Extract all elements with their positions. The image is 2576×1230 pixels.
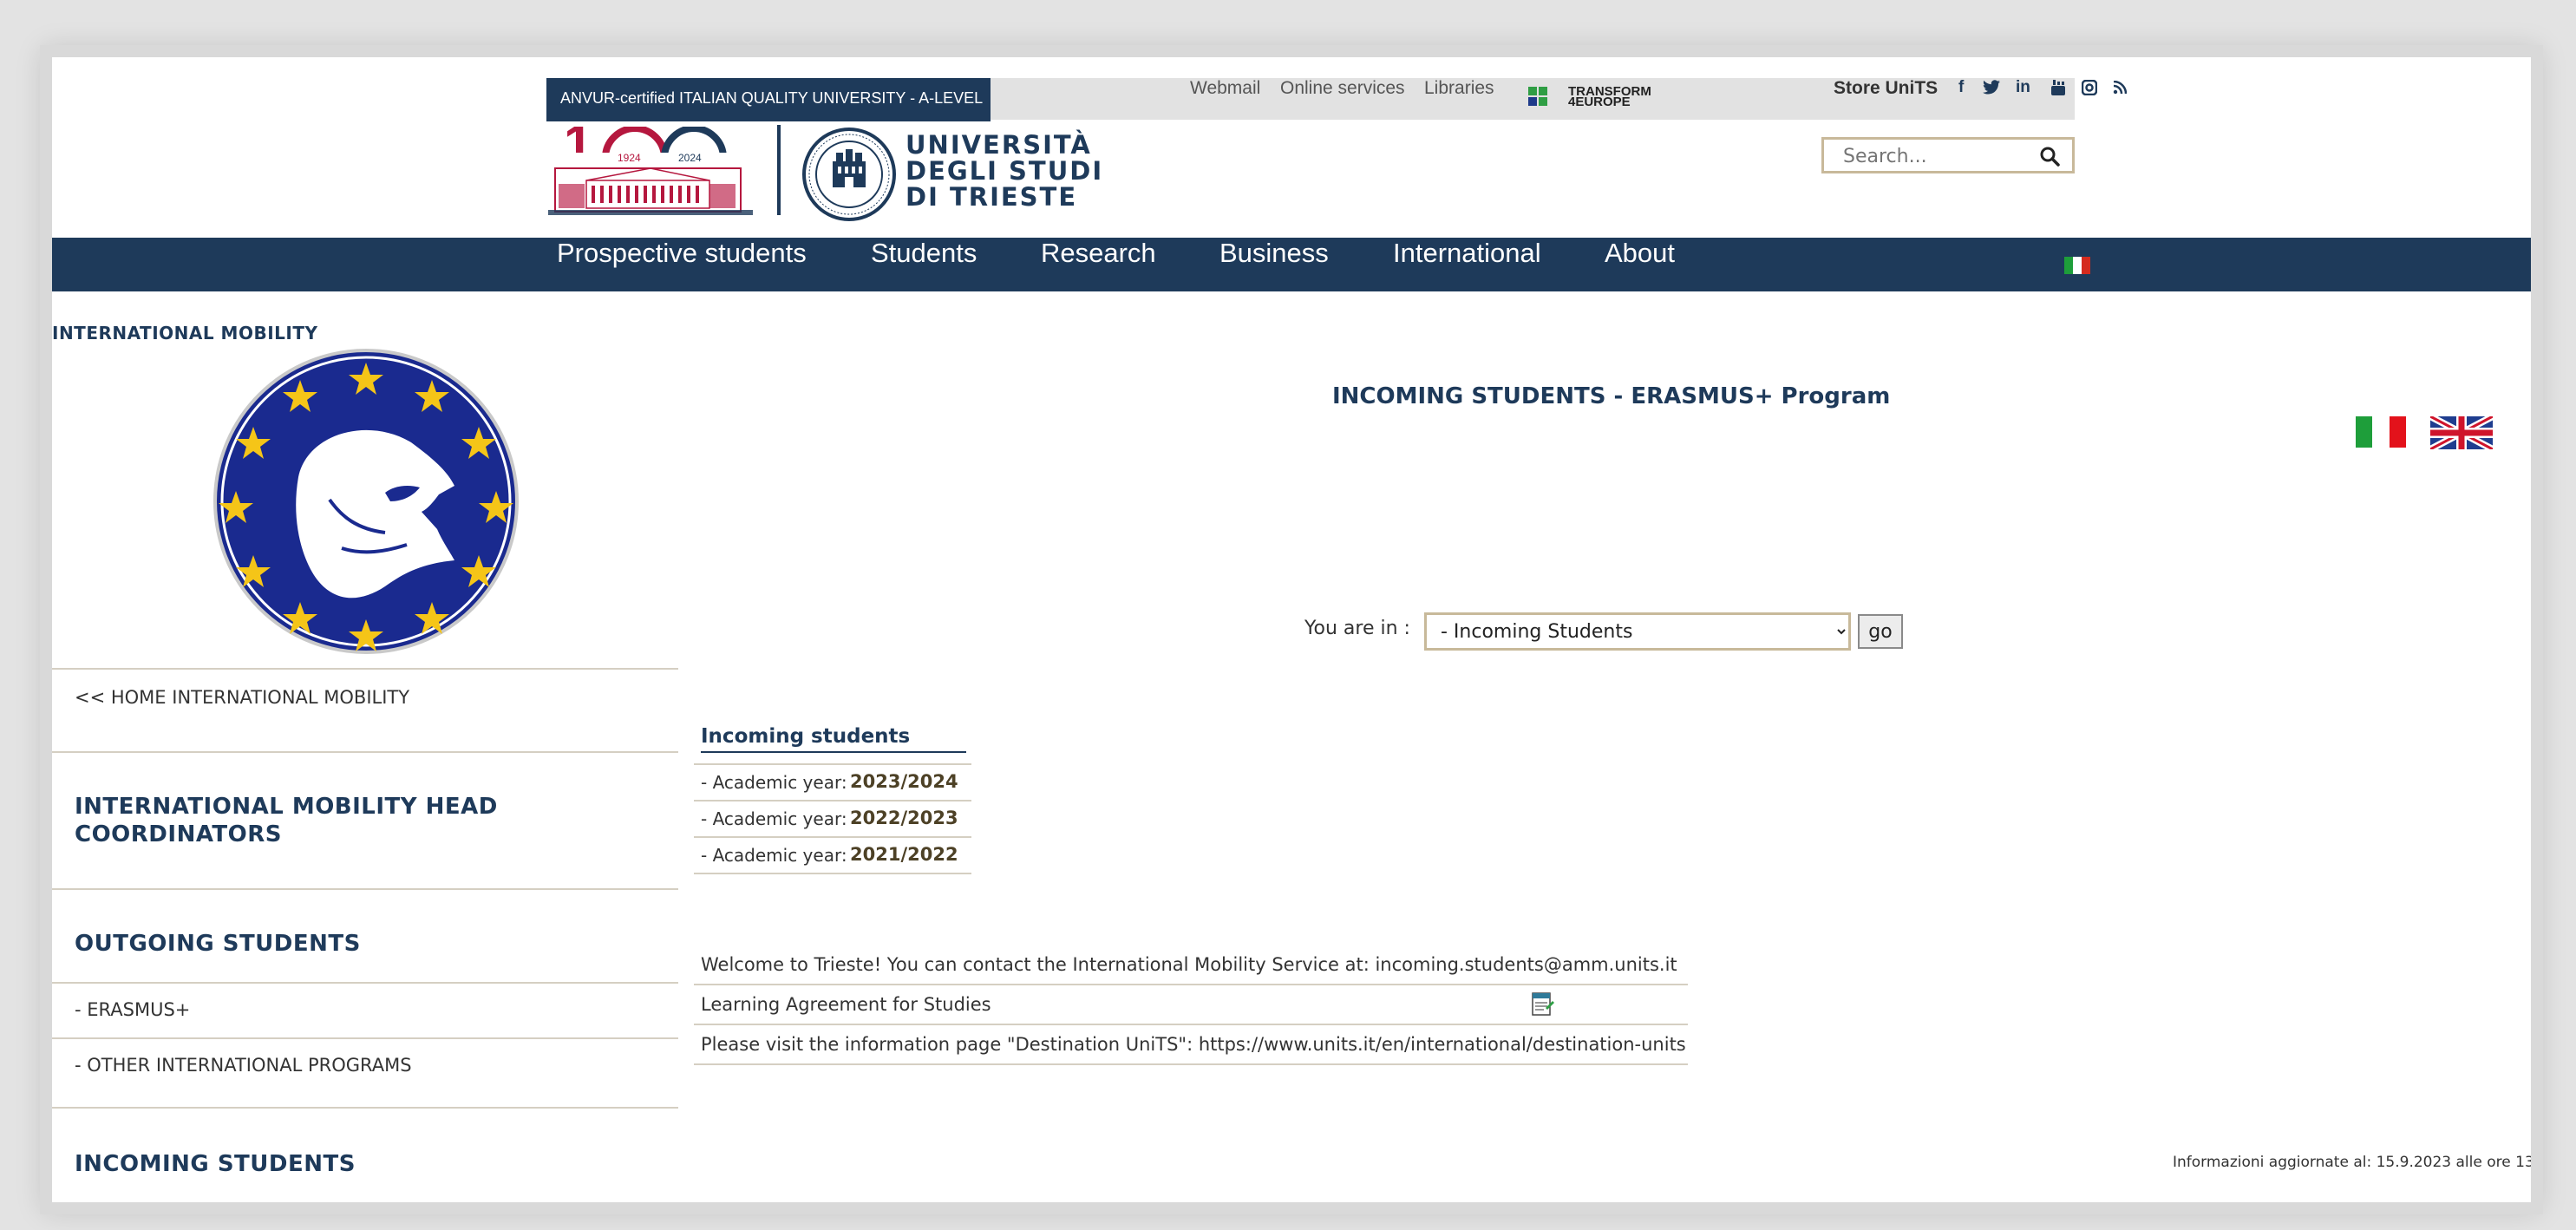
webmail-link[interactable]: Webmail — [1190, 78, 1260, 99]
academic-year-label: - Academic year: — [701, 772, 847, 793]
academic-year-link[interactable]: 2021/2022 — [850, 844, 958, 865]
info-row: Welcome to Trieste! You can contact the … — [694, 945, 1688, 985]
university-name-line-1: UNIVERSITÀ — [906, 130, 1092, 160]
sidebar-title: INTERNATIONAL MOBILITY — [52, 323, 318, 343]
italian-flag-icon[interactable] — [2356, 416, 2406, 448]
academic-year-link[interactable]: 2023/2024 — [850, 771, 958, 792]
nav-business[interactable]: Business — [1219, 238, 1329, 269]
youtube-icon[interactable] — [2050, 78, 2066, 97]
nav-research[interactable]: Research — [1041, 238, 1156, 269]
sidebar-separator — [52, 888, 678, 890]
logo-divider — [777, 125, 781, 215]
home-international-mobility-link[interactable]: << HOME INTERNATIONAL MOBILITY — [75, 687, 409, 708]
other-international-programs-link[interactable]: - OTHER INTERNATIONAL PROGRAMS — [75, 1055, 412, 1076]
last-updated-text: Informazioni aggiornate al: 15.9.2023 al… — [2173, 1154, 2531, 1171]
nav-students[interactable]: Students — [871, 238, 977, 269]
sidebar-separator — [52, 668, 678, 670]
academic-year-row: - Academic year: 2021/2022 — [694, 836, 971, 873]
quality-banner: ANVUR-certified ITALIAN QUALITY UNIVERSI… — [546, 78, 991, 121]
learning-agreement-link[interactable]: Learning Agreement for Studies — [701, 994, 991, 1015]
centenary-logo[interactable]: 1 1924 2024 — [548, 114, 753, 217]
search-box — [1821, 137, 2075, 173]
erasmus-logo — [212, 347, 520, 656]
go-button[interactable]: go — [1858, 614, 1903, 649]
nav-international[interactable]: International — [1393, 238, 1541, 269]
academic-year-label: - Academic year: — [701, 845, 847, 866]
head-coordinators-link[interactable]: INTERNATIONAL MOBILITY HEAD COORDINATORS — [75, 793, 560, 848]
info-row: Please visit the information page "Desti… — [694, 1025, 1688, 1065]
academic-year-divider — [694, 873, 971, 874]
academic-year-label: - Academic year: — [701, 808, 847, 829]
document-icon[interactable] — [1530, 991, 1554, 1017]
outgoing-erasmus-link[interactable]: - ERASMUS+ — [75, 999, 190, 1020]
store-units-link[interactable]: Store UniTS — [1834, 78, 1938, 99]
academic-year-row: - Academic year: 2023/2024 — [694, 763, 971, 800]
info-row: Learning Agreement for Studies — [694, 985, 1688, 1025]
linkedin-icon[interactable]: in — [2016, 78, 2030, 97]
uk-flag-icon[interactable] — [2429, 413, 2494, 453]
university-seal-logo[interactable] — [801, 127, 897, 222]
search-input[interactable] — [1824, 140, 2053, 173]
instagram-icon[interactable] — [2081, 78, 2098, 97]
sidebar-separator — [52, 751, 678, 753]
transform4europe-text: TRANSFORM 4EUROPE — [1568, 84, 1651, 109]
university-name-line-3: DI TRIESTE — [906, 182, 1078, 212]
browser-page: ANVUR-certified ITALIAN QUALITY UNIVERSI… — [52, 57, 2531, 1202]
sidebar-separator — [52, 982, 678, 984]
academic-year-row: - Academic year: 2022/2023 — [694, 800, 971, 836]
destination-units-text: Please visit the information page "Desti… — [701, 1034, 1686, 1055]
italian-language-flag-icon[interactable] — [2064, 257, 2090, 274]
incoming-students-link[interactable]: Incoming students — [701, 725, 910, 748]
libraries-link[interactable]: Libraries — [1424, 78, 1494, 99]
online-services-link[interactable]: Online services — [1280, 78, 1405, 99]
you-are-in-label: You are in : — [1304, 618, 1410, 639]
transform4europe-logo[interactable]: TRANSFORM 4EUROPE — [1528, 84, 1676, 113]
search-icon[interactable] — [2039, 146, 2060, 167]
sidebar-separator — [52, 1107, 678, 1109]
sidebar-separator — [52, 1037, 678, 1039]
incoming-heading-underline — [701, 751, 966, 753]
top-utility-bar: ANVUR-certified ITALIAN QUALITY UNIVERSI… — [546, 78, 2128, 121]
nav-about[interactable]: About — [1605, 238, 1675, 269]
incoming-students-heading[interactable]: INCOMING STUDENTS — [75, 1150, 356, 1178]
twitter-icon[interactable] — [1983, 78, 2000, 97]
academic-year-link[interactable]: 2022/2023 — [850, 808, 958, 828]
page-title: INCOMING STUDENTS - ERASMUS+ Program — [1332, 383, 1891, 409]
rss-icon[interactable] — [2113, 78, 2128, 97]
centenary-year-end: 2024 — [678, 152, 702, 164]
outgoing-students-heading[interactable]: OUTGOING STUDENTS — [75, 930, 361, 958]
university-name-line-2: DEGLI STUDI — [906, 156, 1104, 186]
section-select[interactable]: - Incoming Students — [1424, 612, 1851, 651]
centenary-year-start: 1924 — [618, 152, 641, 164]
welcome-contact-text: Welcome to Trieste! You can contact the … — [701, 954, 1677, 975]
nav-prospective-students[interactable]: Prospective students — [557, 238, 807, 269]
facebook-icon[interactable]: f — [1958, 78, 1964, 97]
main-navigation: Prospective students Students Research B… — [52, 238, 2531, 291]
university-name[interactable]: UNIVERSITÀ DEGLI STUDI DI TRIESTE — [906, 132, 1103, 210]
